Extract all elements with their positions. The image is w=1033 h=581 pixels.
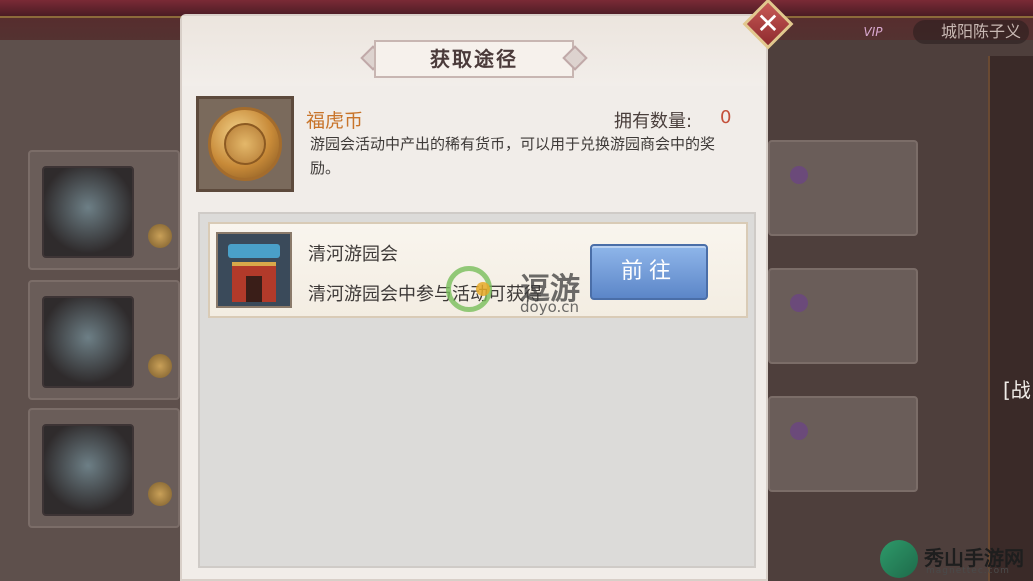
coin-graphic [208,107,282,181]
bg-card [28,408,180,528]
bg-card-thumbnail [42,424,134,516]
garden-fair-icon [216,232,292,308]
tiger-coin-icon [196,96,294,192]
site-domain: magnettec.com [926,566,1010,576]
player-name: 城阳陈子义 [912,20,1029,44]
site-watermark: 秀山手游网 magnettec.com [880,540,1030,578]
bg-card-thumbnail [42,166,134,258]
doyo-logo-icon [446,266,492,312]
bg-right-card [768,396,918,492]
tiger-emblem [224,123,266,165]
door-graphic [246,276,262,302]
title-plate: 获取途径 [360,40,588,78]
sign-board [228,244,280,258]
doyo-watermark-en: doyo.cn [520,298,580,316]
gem-icon [790,422,808,440]
item-name: 福虎币 [306,110,364,132]
bg-right-card [768,268,918,364]
close-icon: ✕ [756,7,780,40]
right-strip [988,56,1033,581]
bg-card-thumbnail [42,296,134,388]
item-description: 游园会活动中产出的稀有货币，可以用于兑换游园商会中的奖励。 [310,135,716,177]
doyo-logo-dot [476,282,490,296]
coin-icon [148,224,172,248]
bg-card [28,280,180,400]
gem-icon [790,294,808,312]
vip-badge: VIP [863,25,883,39]
go-button[interactable]: 前往 [590,244,708,300]
coin-icon [148,482,172,506]
side-text: [战 [1003,378,1031,402]
source-description: 清河游园会中参与活动可获得 [308,284,542,305]
coin-icon [148,354,172,378]
site-logo-icon [880,540,918,578]
close-button[interactable]: ✕ [742,0,794,50]
gem-icon [790,166,808,184]
dialog-title: 获取途径 [430,47,518,71]
source-title: 清河游园会 [308,244,398,265]
owned-count-label: 拥有数量: [614,111,693,132]
bg-card [28,150,180,270]
owned-count-value: 0 [720,107,732,128]
bg-right-card [768,140,918,236]
